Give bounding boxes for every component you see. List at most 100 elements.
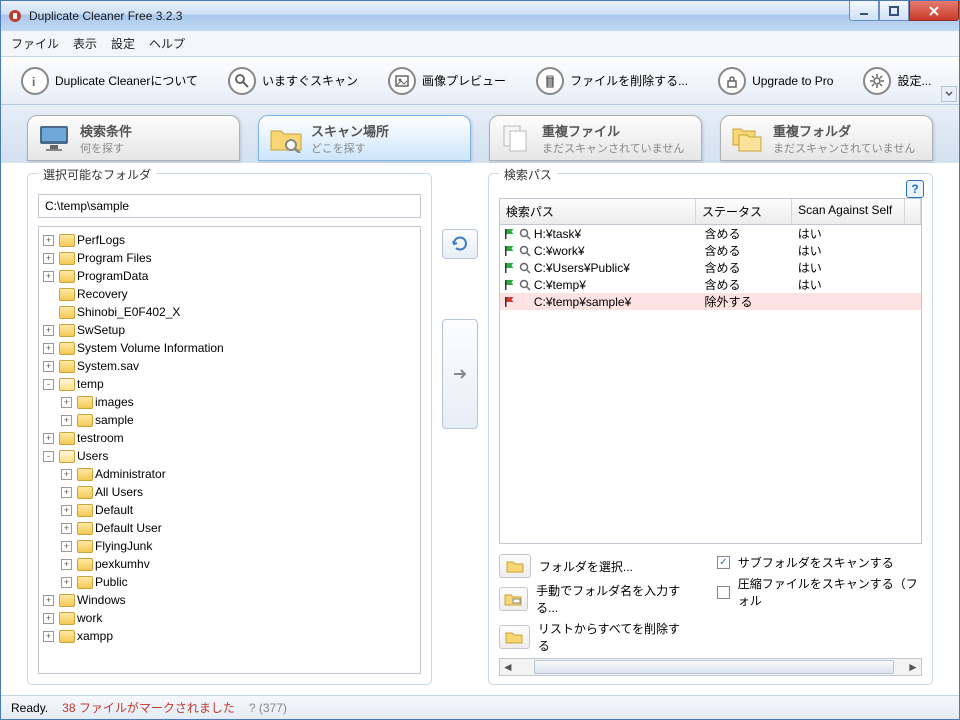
tree-item-label: Recovery <box>77 285 128 303</box>
col-path[interactable]: 検索パス <box>500 199 696 224</box>
expand-icon[interactable]: + <box>61 559 72 570</box>
folder-icon <box>77 522 93 535</box>
horizontal-scrollbar[interactable]: ◄► <box>499 658 922 676</box>
search-icon <box>228 67 256 95</box>
delete-files-button[interactable]: ファイルを削除する... <box>526 63 698 99</box>
tree-item[interactable]: + pexkumhv <box>61 555 418 573</box>
close-button[interactable] <box>909 1 959 21</box>
collapse-icon[interactable]: - <box>43 451 54 462</box>
folder-tree[interactable]: +PerfLogs+Program Files+ProgramDataRecov… <box>38 226 421 674</box>
settings-button[interactable]: 設定... <box>853 63 941 99</box>
tree-item[interactable]: +System Volume Information <box>43 339 418 357</box>
tree-item[interactable]: +ProgramData <box>43 267 418 285</box>
about-button[interactable]: i Duplicate Cleanerについて <box>11 63 208 99</box>
menu-help[interactable]: ヘルプ <box>149 35 185 52</box>
tree-item[interactable]: +work <box>43 609 418 627</box>
col-status[interactable]: ステータス <box>696 199 792 224</box>
tree-item[interactable]: +All Users <box>61 483 418 501</box>
tree-item-label: pexkumhv <box>95 555 150 573</box>
tree-item[interactable]: -Users <box>43 447 418 465</box>
remove-all-button[interactable]: リストからすべてを削除する <box>499 620 687 654</box>
expand-icon[interactable]: + <box>61 469 72 480</box>
col-self[interactable]: Scan Against Self <box>792 199 905 224</box>
folder-icon <box>59 288 75 301</box>
tab-strip: 検索条件何を探す スキャン場所どこを探す 重複ファイルまだスキャンされていません… <box>1 105 959 163</box>
tree-item[interactable]: +FlyingJunk <box>61 537 418 555</box>
tree-item[interactable]: +sample <box>61 411 418 429</box>
expand-icon[interactable]: + <box>43 631 54 642</box>
grid-row[interactable]: C:¥Users¥Public¥含めるはい <box>500 259 921 276</box>
grid-row[interactable]: C:¥temp¥sample¥除外する <box>500 293 921 310</box>
folder-icon <box>59 630 75 643</box>
minimize-button[interactable] <box>849 1 879 21</box>
tree-item[interactable]: +Public <box>61 573 418 591</box>
grid-row[interactable]: C:¥work¥含めるはい <box>500 242 921 259</box>
expand-icon[interactable]: + <box>43 433 54 444</box>
grid-row[interactable]: C:¥temp¥含めるはい <box>500 276 921 293</box>
magnifier-icon <box>519 245 531 257</box>
maximize-button[interactable] <box>879 1 909 21</box>
scan-subfolders-checkbox[interactable]: ✓サブフォルダをスキャンする <box>717 554 922 571</box>
add-path-button[interactable] <box>442 319 478 429</box>
expand-icon[interactable]: + <box>43 613 54 624</box>
expand-icon[interactable]: + <box>61 487 72 498</box>
tab-dup-files[interactable]: 重複ファイルまだスキャンされていません <box>489 115 702 161</box>
tree-item[interactable]: +PerfLogs <box>43 231 418 249</box>
trash-icon <box>536 67 564 95</box>
tree-item-label: Shinobi_E0F402_X <box>77 303 180 321</box>
tree-item[interactable]: +Default <box>61 501 418 519</box>
grid-row[interactable]: H:¥task¥含めるはい <box>500 225 921 242</box>
expand-icon[interactable]: + <box>43 343 54 354</box>
expand-icon[interactable]: + <box>43 361 54 372</box>
image-icon <box>388 67 416 95</box>
expand-icon[interactable]: + <box>61 523 72 534</box>
tree-item[interactable]: +xampp <box>43 627 418 645</box>
app-icon <box>7 8 23 24</box>
upgrade-button[interactable]: Upgrade to Pro <box>708 63 843 99</box>
magnifier-icon <box>519 262 531 274</box>
expand-icon[interactable]: + <box>61 415 72 426</box>
expand-icon[interactable]: + <box>61 397 72 408</box>
collapse-icon[interactable]: - <box>43 379 54 390</box>
status-cell: 含める <box>700 225 793 242</box>
tree-item[interactable]: + images <box>61 393 418 411</box>
expand-icon[interactable]: + <box>43 271 54 282</box>
tree-item-label: images <box>95 393 134 411</box>
tab-criteria[interactable]: 検索条件何を探す <box>27 115 240 161</box>
tree-item[interactable]: Shinobi_E0F402_X <box>43 303 418 321</box>
help-button[interactable]: ? <box>906 180 924 198</box>
path-input[interactable] <box>38 194 421 218</box>
scan-archives-checkbox[interactable]: 圧縮ファイルをスキャンする（フォル <box>717 575 922 609</box>
menu-settings[interactable]: 設定 <box>111 35 135 52</box>
tab-scan-location[interactable]: スキャン場所どこを探す <box>258 115 471 161</box>
tab-dup-folders[interactable]: 重複フォルダまだスキャンされていません <box>720 115 933 161</box>
tree-item[interactable]: +Windows <box>43 591 418 609</box>
menu-file[interactable]: ファイル <box>11 35 59 52</box>
search-paths-panel: 検索パス ? 検索パス ステータス Scan Against Self H:¥t… <box>488 173 933 685</box>
toolbar-overflow-button[interactable] <box>941 86 957 102</box>
expand-icon[interactable]: + <box>61 577 72 588</box>
tree-item[interactable]: +Default User <box>61 519 418 537</box>
tree-item[interactable]: +Program Files <box>43 249 418 267</box>
menu-view[interactable]: 表示 <box>73 35 97 52</box>
expand-icon[interactable]: + <box>61 505 72 516</box>
expand-icon[interactable]: + <box>43 235 54 246</box>
manual-input-button[interactable]: 手動でフォルダ名を入力する... <box>499 582 687 616</box>
tree-item[interactable]: +testroom <box>43 429 418 447</box>
svg-text:i: i <box>32 75 35 88</box>
grid-body[interactable]: H:¥task¥含めるはいC:¥work¥含めるはいC:¥Users¥Publi… <box>500 225 921 543</box>
tree-item[interactable]: +Administrator <box>61 465 418 483</box>
scan-now-button[interactable]: いますぐスキャン <box>218 63 368 99</box>
expand-icon[interactable]: + <box>43 595 54 606</box>
tree-item[interactable]: +SwSetup <box>43 321 418 339</box>
refresh-button[interactable] <box>442 229 478 259</box>
image-preview-button[interactable]: 画像プレビュー <box>378 63 516 99</box>
tree-item[interactable]: Recovery <box>43 285 418 303</box>
expand-icon[interactable]: + <box>61 541 72 552</box>
expand-icon[interactable]: + <box>43 325 54 336</box>
self-cell: はい <box>794 242 905 259</box>
tree-item[interactable]: +System.sav <box>43 357 418 375</box>
tree-item[interactable]: -temp <box>43 375 418 393</box>
expand-icon[interactable]: + <box>43 253 54 264</box>
select-folder-button[interactable]: フォルダを選択... <box>499 554 687 578</box>
